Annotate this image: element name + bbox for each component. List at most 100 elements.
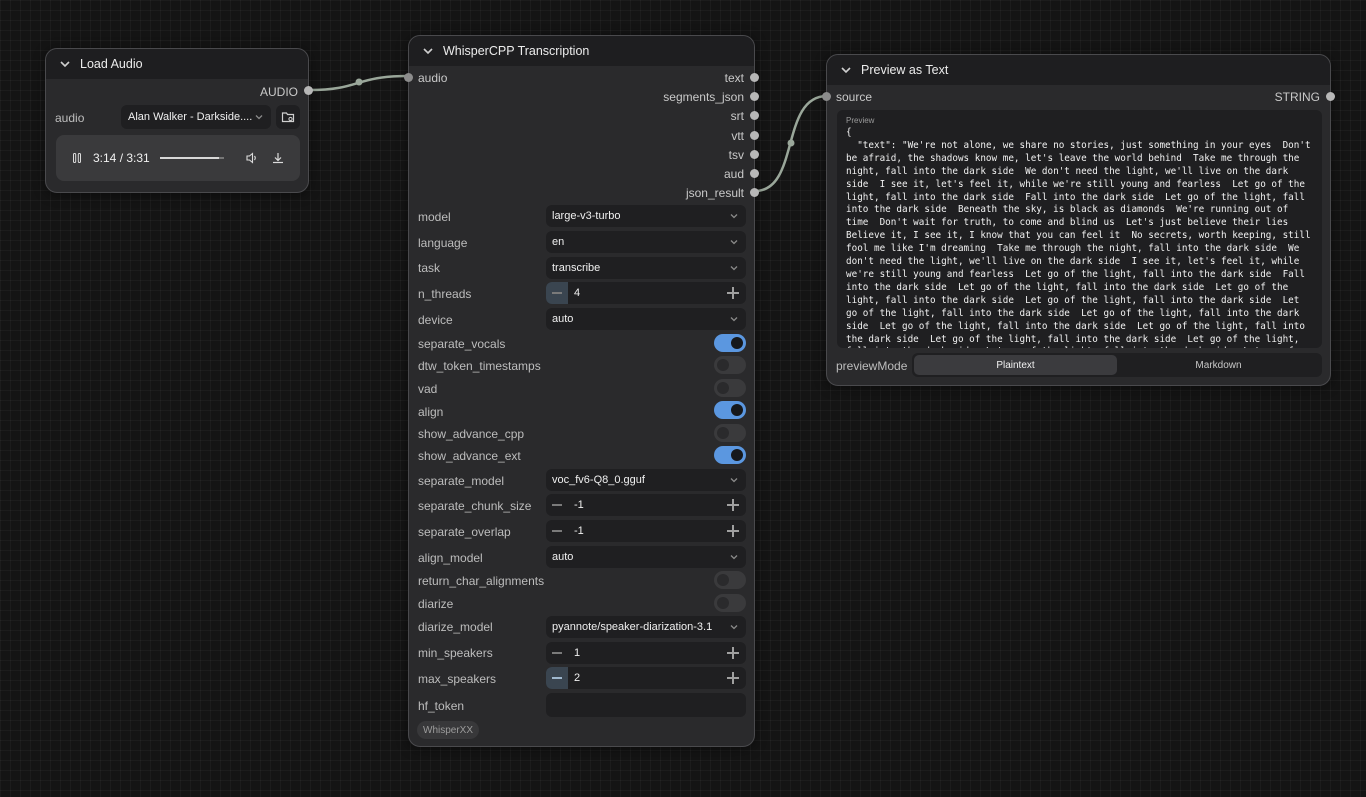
increment-button[interactable] [722,520,744,542]
output-segments-json-label: segments_json [663,90,744,104]
mode-option-markdown[interactable]: Markdown [1117,355,1320,375]
node-title: Preview as Text [861,63,949,77]
audio-output-slot[interactable] [304,86,313,95]
decrement-button[interactable] [546,494,568,516]
node-title: WhisperCPP Transcription [443,44,590,58]
device-value: auto [552,313,574,325]
return-char-alignments-toggle[interactable] [714,571,746,589]
pause-icon[interactable] [71,152,83,164]
max-speakers-stepper[interactable]: 2 [546,667,746,689]
max-speakers-label: max_speakers [418,672,497,686]
decrement-button[interactable] [546,667,568,689]
increment-button[interactable] [722,642,744,664]
upload-folder-button[interactable] [276,105,300,129]
separate-chunk-size-label: separate_chunk_size [418,499,532,513]
increment-button[interactable] [722,494,744,516]
separate-vocals-toggle[interactable] [714,334,746,352]
whispercpp-header[interactable]: WhisperCPP Transcription [409,36,754,66]
node-title: Load Audio [80,57,143,71]
min-speakers-label: min_speakers [418,646,493,660]
decrement-button[interactable] [546,642,568,664]
preview-mode-label: previewMode [836,359,908,373]
align-label: align [418,405,444,419]
output-srt-label: srt [730,109,744,123]
audio-player[interactable]: 3:14 / 3:31 [56,135,300,181]
load-audio-header[interactable]: Load Audio [46,49,308,79]
language-select[interactable]: en [546,231,746,253]
output-text-label: text [724,71,744,85]
hf-token-label: hf_token [418,699,465,713]
mode-option-plaintext[interactable]: Plaintext [914,355,1117,375]
task-label: task [418,261,441,275]
chevron-down-icon [730,478,738,483]
n-threads-label: n_threads [418,287,472,301]
diarize-toggle[interactable] [714,594,746,612]
collapse-chevron-icon[interactable] [58,57,72,71]
increment-button[interactable] [722,282,744,304]
preview-text-area[interactable]: Preview { "text": "We're not alone, we s… [837,110,1322,348]
separate-overlap-label: separate_overlap [418,525,511,539]
output-segments-json-slot[interactable] [750,92,759,101]
output-srt-slot[interactable] [750,111,759,120]
max-speakers-value: 2 [574,672,581,684]
separate-overlap-stepper[interactable]: -1 [546,520,746,542]
download-icon[interactable] [271,151,285,165]
preview-header[interactable]: Preview as Text [827,55,1330,85]
n-threads-stepper[interactable]: 4 [546,282,746,304]
audio-progress-fill [160,157,219,159]
volume-icon[interactable] [245,151,259,165]
align-toggle[interactable] [714,401,746,419]
separate-overlap-value: -1 [574,525,584,537]
model-select[interactable]: large-v3-turbo [546,205,746,227]
output-json-result-slot[interactable] [750,188,759,197]
output-tsv-slot[interactable] [750,150,759,159]
vad-label: vad [418,382,438,396]
whispercpp-node[interactable]: WhisperCPP Transcription audio text segm… [404,35,759,747]
show-advance-cpp-toggle[interactable] [714,424,746,442]
separate-chunk-size-value: -1 [574,499,584,511]
device-select[interactable]: auto [546,308,746,330]
diarize-model-select[interactable]: pyannote/speaker-diarization-3.1 [546,616,746,638]
string-output-label: STRING [1274,90,1320,104]
decrement-button[interactable] [546,520,568,542]
node-source-badge: WhisperXX [417,721,480,739]
audio-progress-track[interactable] [160,157,224,159]
dtw-token-timestamps-label: dtw_token_timestamps [418,359,541,373]
output-vtt-slot[interactable] [750,131,759,140]
source-input-slot[interactable] [822,92,831,101]
show-advance-ext-toggle[interactable] [714,446,746,464]
min-speakers-stepper[interactable]: 1 [546,642,746,664]
align-model-select[interactable]: auto [546,546,746,568]
hf-token-input[interactable] [546,693,746,717]
chevron-down-icon [730,214,738,219]
source-input-label: source [836,90,873,104]
chevron-down-icon [730,625,738,630]
separate-chunk-size-stepper[interactable]: -1 [546,494,746,516]
align-model-value: auto [552,551,574,563]
model-label: model [418,210,451,224]
collapse-chevron-icon[interactable] [421,44,435,58]
separate-model-select[interactable]: voc_fv6-Q8_0.gguf [546,469,746,491]
show-advance-ext-label: show_advance_ext [418,449,521,463]
vad-toggle[interactable] [714,379,746,397]
separate-model-label: separate_model [418,474,505,488]
device-label: device [418,313,453,327]
audio-input-slot[interactable] [404,73,413,82]
task-select[interactable]: transcribe [546,257,746,279]
audio-file-select[interactable]: Alan Walker - Darkside.... [121,105,271,129]
increment-button[interactable] [722,667,744,689]
string-output-slot[interactable] [1326,92,1335,101]
wire-audio-midpoint [355,78,363,86]
preview-mode-segmented-control[interactable]: Plaintext Markdown [912,353,1322,377]
load-audio-node[interactable]: Load Audio AUDIO audio Alan Walker - Dar… [45,48,313,193]
output-aud-slot[interactable] [750,169,759,178]
output-json-result-label: json_result [685,186,744,200]
decrement-button[interactable] [546,282,568,304]
chevron-down-icon [730,317,738,322]
preview-as-text-node[interactable]: Preview as Text source STRING Preview { … [822,54,1335,386]
dtw-token-timestamps-toggle[interactable] [714,356,746,374]
output-text-slot[interactable] [750,73,759,82]
chevron-down-icon [730,240,738,245]
chevron-down-icon [730,266,738,271]
collapse-chevron-icon[interactable] [839,63,853,77]
